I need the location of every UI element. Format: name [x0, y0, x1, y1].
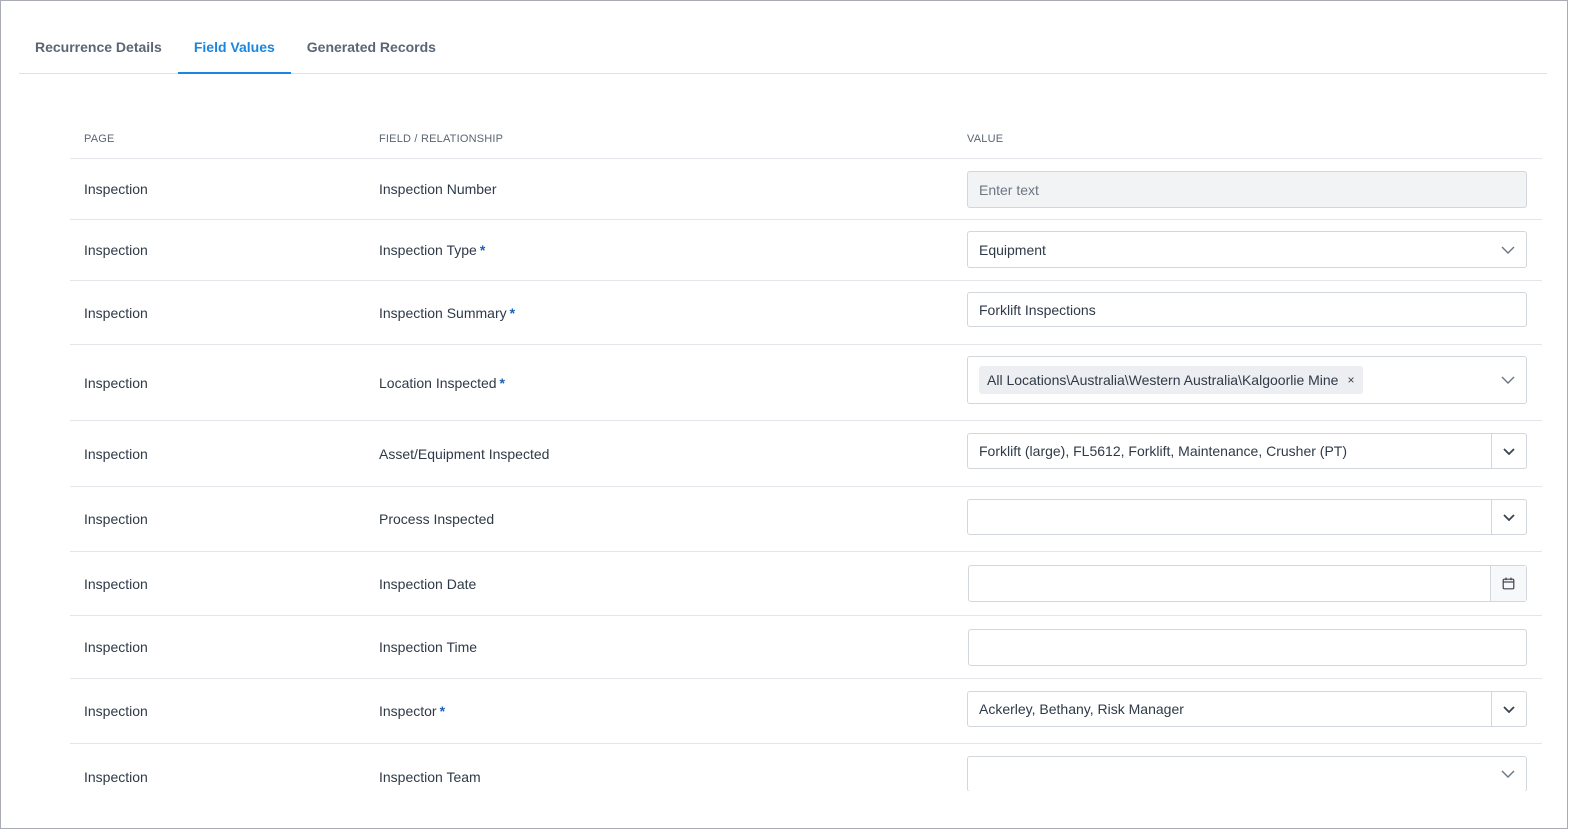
table-row: Inspection Process Inspected [70, 487, 1542, 552]
chevron-down-icon[interactable] [1491, 500, 1526, 534]
chevron-down-icon[interactable] [1490, 757, 1526, 791]
tab-field-values[interactable]: Field Values [177, 23, 291, 74]
row-field: Asset/Equipment Inspected [379, 445, 550, 462]
header-value: VALUE [967, 132, 1004, 145]
process-inspected-select[interactable] [967, 499, 1527, 535]
row-page: Inspection [84, 769, 148, 785]
chevron-down-icon[interactable] [1491, 692, 1526, 726]
required-marker: * [479, 242, 486, 258]
row-field: Inspection Time [379, 639, 478, 655]
row-field: Inspection Number [379, 181, 497, 197]
table-row: Inspection Asset/Equipment Inspected For… [70, 421, 1542, 487]
row-page: Inspection [84, 242, 148, 258]
row-page: Inspection [84, 639, 148, 655]
required-marker: * [439, 703, 446, 719]
table-row: Inspection Inspection Number Enter text [70, 159, 1542, 220]
location-inspected-multiselect[interactable]: All Locations\Australia\Western Australi… [967, 356, 1527, 404]
chevron-down-icon[interactable] [1491, 434, 1526, 468]
row-page: Inspection [84, 511, 148, 527]
placeholder-text: Enter text [979, 181, 1039, 198]
viewport-bottom-edge [1, 791, 1567, 828]
inspection-time-input[interactable] [968, 629, 1527, 666]
row-field: Inspection Summary * [379, 304, 516, 321]
required-marker: * [499, 374, 505, 391]
tag-label: All Locations\Australia\Western Australi… [987, 372, 1339, 388]
row-page: Inspection [84, 181, 148, 197]
header-page: PAGE [84, 132, 115, 145]
inspection-team-select[interactable] [967, 756, 1527, 792]
row-page: Inspection [84, 703, 148, 719]
required-marker: * [509, 304, 516, 321]
table-row: Inspection Inspection Type * Equipment [70, 220, 1542, 281]
table-row: Inspection Inspector * Ackerley, Bethany,… [70, 679, 1542, 744]
row-field: Process Inspected [379, 511, 495, 527]
row-page: Inspection [84, 575, 148, 592]
calendar-icon[interactable] [1490, 566, 1526, 601]
inspection-type-select[interactable]: Equipment [967, 231, 1527, 268]
row-page: Inspection [84, 445, 148, 462]
row-field: Inspection Type * [379, 242, 486, 258]
recurrence-panel: Recurrence Details Field Values Generate… [0, 0, 1568, 829]
inspection-date-picker[interactable] [968, 565, 1527, 602]
row-field: Inspection Team [379, 769, 481, 785]
row-field: Location Inspected * [379, 374, 505, 391]
table-row: Inspection Inspection Date [70, 552, 1542, 616]
location-tag: All Locations\Australia\Western Australi… [979, 366, 1363, 394]
input-value: Forklift Inspections [979, 301, 1096, 318]
row-page: Inspection [84, 304, 148, 321]
header-field: FIELD / RELATIONSHIP [379, 132, 504, 145]
close-icon[interactable]: × [1347, 373, 1354, 387]
chevron-down-icon[interactable] [1490, 232, 1526, 267]
tab-recurrence-details[interactable]: Recurrence Details [19, 23, 178, 74]
table-row: Inspection Inspection Summary * Forklift … [70, 281, 1542, 345]
select-value: Ackerley, Bethany, Risk Manager [979, 701, 1184, 717]
inspection-summary-input[interactable]: Forklift Inspections [967, 292, 1527, 327]
row-field: Inspection Date [379, 575, 477, 592]
table-row: Inspection Location Inspected * All Locat… [70, 345, 1542, 421]
tab-generated-records[interactable]: Generated Records [291, 23, 452, 74]
row-page: Inspection [84, 374, 148, 391]
inspector-select[interactable]: Ackerley, Bethany, Risk Manager [967, 691, 1527, 727]
chevron-down-icon[interactable] [1490, 357, 1526, 403]
asset-equipment-select[interactable]: Forklift (large), FL5612, Forklift, Main… [967, 433, 1527, 469]
row-field: Inspector * [379, 703, 446, 719]
table-header: PAGE FIELD / RELATIONSHIP VALUE [70, 119, 1542, 159]
select-value: Forklift (large), FL5612, Forklift, Main… [979, 443, 1348, 459]
inspection-number-input[interactable]: Enter text [967, 171, 1527, 208]
select-value: Equipment [979, 241, 1046, 258]
field-values-table: PAGE FIELD / RELATIONSHIP VALUE Inspecti… [70, 119, 1542, 810]
tab-bar: Recurrence Details Field Values Generate… [19, 23, 1547, 74]
table-row: Inspection Inspection Time [70, 616, 1542, 679]
